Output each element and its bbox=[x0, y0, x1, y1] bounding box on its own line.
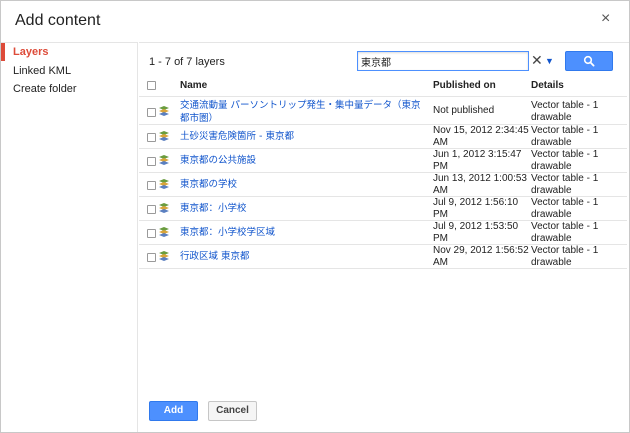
row-checkbox[interactable] bbox=[147, 229, 156, 238]
published-date: Nov 29, 2012 1:56:52 AM bbox=[433, 245, 529, 268]
main-panel: 1 - 7 of 7 layers ✕ ▼ Name Published on … bbox=[139, 42, 629, 432]
row-checkbox[interactable] bbox=[147, 133, 156, 142]
search-button[interactable] bbox=[565, 51, 613, 71]
sidebar-item-layers[interactable]: Layers bbox=[1, 43, 137, 61]
layer-stack-icon bbox=[159, 155, 169, 165]
published-date: Nov 15, 2012 2:34:45 AM bbox=[433, 125, 529, 148]
select-all-checkbox[interactable] bbox=[147, 81, 156, 90]
search-input[interactable] bbox=[357, 51, 529, 71]
row-checkbox[interactable] bbox=[147, 181, 156, 190]
layer-name-link[interactable]: 土砂災害危険箇所 - 東京都 bbox=[180, 130, 428, 143]
add-button[interactable]: Add bbox=[149, 401, 198, 421]
layer-name-link[interactable]: 行政区域 東京都 bbox=[180, 250, 428, 263]
published-date: Jun 1, 2012 3:15:47 PM bbox=[433, 149, 522, 172]
column-header-name: Name bbox=[180, 80, 208, 91]
sidebar-item-create-folder[interactable]: Create folder bbox=[1, 80, 137, 98]
layer-details: Vector table - 1 drawable bbox=[531, 221, 599, 244]
close-icon[interactable]: × bbox=[601, 11, 610, 27]
table-row[interactable]: 行政区域 東京都 Nov 29, 2012 1:56:52 AM Vector ta… bbox=[139, 245, 627, 269]
cancel-button[interactable]: Cancel bbox=[208, 401, 257, 421]
results-count: 1 - 7 of 7 layers bbox=[149, 56, 225, 68]
dialog-footer: Add Cancel bbox=[139, 393, 629, 433]
table-row[interactable]: 東京都の公共施設 Jun 1, 2012 3:15:47 PM Vector tab… bbox=[139, 149, 627, 173]
layer-details: Vector table - 1 drawable bbox=[531, 245, 599, 268]
published-date: Jul 9, 2012 1:53:50 PM bbox=[433, 221, 519, 244]
layer-details: Vector table - 1 drawable bbox=[531, 173, 599, 196]
column-header-details: Details bbox=[531, 80, 564, 91]
sidebar: Layers Linked KML Create folder bbox=[1, 42, 138, 432]
published-date: Jun 13, 2012 1:00:53 AM bbox=[433, 173, 527, 196]
dialog-title: Add content bbox=[15, 12, 101, 29]
layer-name-link[interactable]: 東京都：小学校 bbox=[180, 202, 428, 215]
layer-name-link[interactable]: 交通流動量 パーソントリップ発生・集中量データ（東京都市圏） bbox=[180, 99, 428, 125]
layer-stack-icon bbox=[159, 179, 169, 189]
column-header-published: Published on bbox=[433, 80, 496, 91]
dropdown-arrow-icon[interactable]: ▼ bbox=[545, 53, 554, 69]
row-checkbox[interactable] bbox=[147, 108, 156, 117]
layer-details: Vector table - 1 drawable bbox=[531, 197, 599, 220]
layer-stack-icon bbox=[159, 227, 169, 237]
row-checkbox[interactable] bbox=[147, 205, 156, 214]
table-row[interactable]: 土砂災害危険箇所 - 東京都 Nov 15, 2012 2:34:45 AM Vec… bbox=[139, 125, 627, 149]
row-checkbox[interactable] bbox=[147, 253, 156, 262]
table-header: Name Published on Details bbox=[139, 75, 627, 97]
layer-stack-icon bbox=[159, 106, 169, 116]
layer-name-link[interactable]: 東京都：小学校学区域 bbox=[180, 226, 428, 239]
layer-stack-icon bbox=[159, 131, 169, 141]
sidebar-item-linked-kml[interactable]: Linked KML bbox=[1, 62, 137, 80]
dialog-header: Add content × bbox=[1, 1, 629, 41]
clear-icon[interactable]: ✕ bbox=[531, 52, 543, 68]
layer-name-link[interactable]: 東京都の学校 bbox=[180, 178, 428, 191]
layer-details: Vector table - 1 drawable bbox=[531, 100, 599, 123]
search-icon bbox=[583, 55, 595, 67]
table-row[interactable]: 東京都：小学校 Jul 9, 2012 1:56:10 PM Vector tabl… bbox=[139, 197, 627, 221]
layer-stack-icon bbox=[159, 203, 169, 213]
row-checkbox[interactable] bbox=[147, 157, 156, 166]
layer-stack-icon bbox=[159, 251, 169, 261]
layer-details: Vector table - 1 drawable bbox=[531, 125, 599, 148]
layer-details: Vector table - 1 drawable bbox=[531, 149, 599, 172]
table-row[interactable]: 交通流動量 パーソントリップ発生・集中量データ（東京都市圏） Not publis… bbox=[139, 98, 627, 125]
table-row[interactable]: 東京都：小学校学区域 Jul 9, 2012 1:53:50 PM Vector t… bbox=[139, 221, 627, 245]
table-row[interactable]: 東京都の学校 Jun 13, 2012 1:00:53 AM Vector tabl… bbox=[139, 173, 627, 197]
add-content-dialog: Add content × Layers Linked KML Create f… bbox=[0, 0, 630, 433]
published-date: Not published bbox=[433, 105, 495, 116]
layer-name-link[interactable]: 東京都の公共施設 bbox=[180, 154, 428, 167]
published-date: Jul 9, 2012 1:56:10 PM bbox=[433, 197, 519, 220]
